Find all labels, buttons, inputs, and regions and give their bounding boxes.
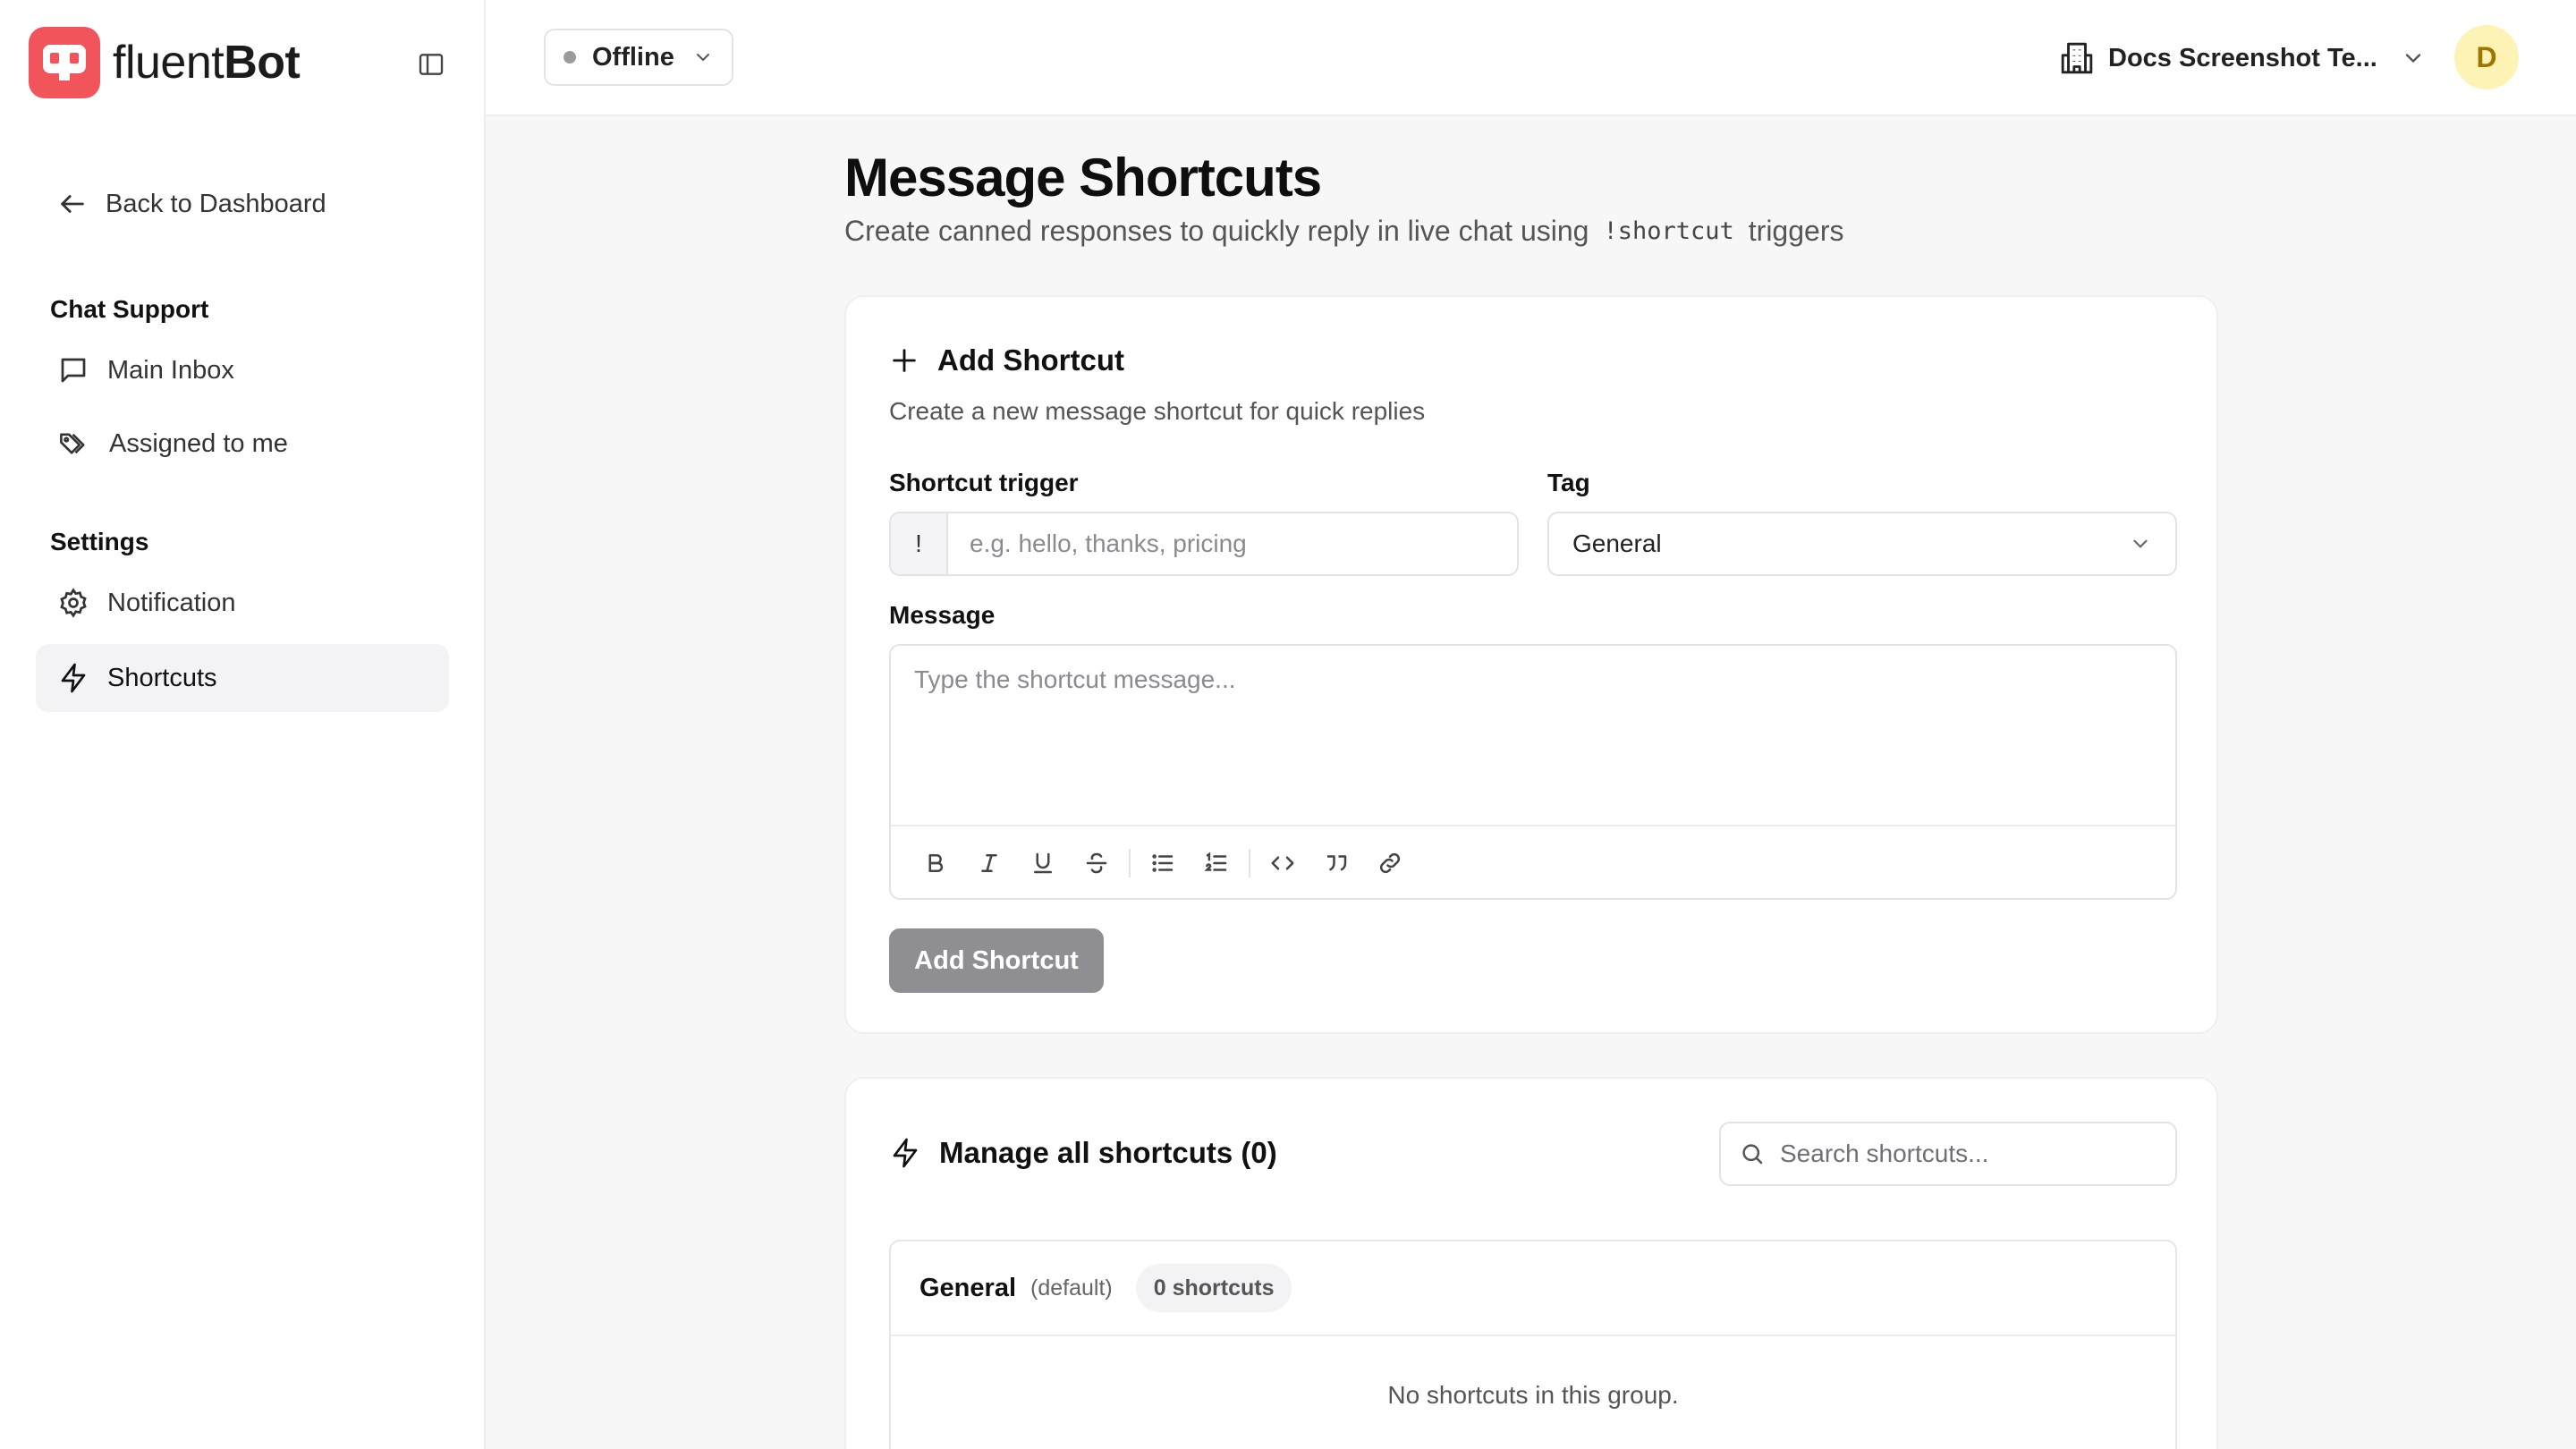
back-to-dashboard-label: Back to Dashboard xyxy=(106,189,326,218)
zap-icon xyxy=(893,1138,918,1168)
manage-shortcuts-heading: Manage all shortcuts (0) xyxy=(889,1136,1277,1170)
brand-name-part1: fluent xyxy=(113,37,225,89)
search-icon xyxy=(1742,1144,1763,1165)
brand-name-part2: Bot xyxy=(224,37,301,89)
arrow-left-icon xyxy=(61,195,84,213)
shortcut-trigger-field: ! xyxy=(889,512,1519,576)
message-textarea[interactable] xyxy=(891,646,2175,825)
sidebar-item-label: Shortcuts xyxy=(107,663,217,692)
trigger-prefix: ! xyxy=(891,513,948,574)
status-dot xyxy=(564,51,576,64)
back-to-dashboard-link[interactable]: Back to Dashboard xyxy=(57,184,326,224)
group-default-note: (default) xyxy=(1030,1275,1113,1301)
page-title: Message Shortcuts xyxy=(844,148,1322,208)
message-square-icon xyxy=(61,358,86,383)
chevron-down-icon xyxy=(696,54,709,62)
brand-name: fluentBot xyxy=(113,36,301,89)
subtitle-text-end: triggers xyxy=(1748,215,1844,247)
subtitle-code: !shortcut xyxy=(1603,217,1734,245)
tag-select[interactable]: General xyxy=(1547,512,2177,576)
status-value: Offline xyxy=(592,42,674,72)
chevron-down-icon xyxy=(2133,539,2148,548)
building-icon xyxy=(2061,42,2093,74)
subtitle-text: Create canned responses to quickly reply… xyxy=(844,215,1589,247)
message-label: Message xyxy=(889,601,996,629)
shortcut-trigger-label: Shortcut trigger xyxy=(889,469,1079,496)
sidebar-item-shortcuts[interactable]: Shortcuts xyxy=(36,644,449,712)
shortcut-group-general: General (default) 0 shortcuts No shortcu… xyxy=(889,1240,2177,1449)
add-shortcut-heading: Add Shortcut xyxy=(889,343,1124,377)
chevron-down-icon xyxy=(2405,54,2421,64)
gear-icon xyxy=(60,588,87,618)
toolbar-divider xyxy=(1249,849,1250,877)
section-chat-support: Chat Support xyxy=(50,295,209,323)
sidebar-item-label: Main Inbox xyxy=(107,355,234,385)
card-title: Manage all shortcuts (0) xyxy=(939,1136,1277,1169)
workspace-switcher[interactable]: Docs Screenshot Te... xyxy=(2060,36,2426,80)
bold-icon[interactable] xyxy=(916,843,955,883)
message-editor xyxy=(889,644,2177,900)
avatar[interactable]: D xyxy=(2454,25,2519,89)
search-shortcuts-input[interactable] xyxy=(1780,1140,2175,1168)
toolbar-divider xyxy=(1129,849,1131,877)
group-count-badge: 0 shortcuts xyxy=(1135,1264,1292,1312)
bullet-list-icon[interactable] xyxy=(1143,843,1182,883)
sidebar: fluentBot Back to Dashboard Chat Support… xyxy=(0,0,486,1449)
manage-shortcuts-card: Manage all shortcuts (0) General (defaul… xyxy=(844,1077,2218,1449)
add-shortcut-card: Add Shortcut Create a new message shortc… xyxy=(844,295,2218,1034)
group-name: General xyxy=(919,1273,1016,1302)
numbered-list-icon[interactable] xyxy=(1197,843,1236,883)
italic-icon[interactable] xyxy=(970,843,1009,883)
section-settings: Settings xyxy=(50,528,149,555)
code-icon[interactable] xyxy=(1263,843,1302,883)
search-shortcuts-field xyxy=(1719,1122,2177,1186)
sidebar-toggle-icon[interactable] xyxy=(417,50,445,79)
plus-icon xyxy=(893,349,916,372)
status-dropdown[interactable]: Offline xyxy=(544,29,733,86)
strikethrough-icon[interactable] xyxy=(1077,843,1116,883)
card-title: Add Shortcut xyxy=(937,343,1124,377)
shortcut-trigger-input[interactable] xyxy=(948,513,1517,574)
sidebar-item-notification[interactable]: Notification xyxy=(36,569,449,637)
card-description: Create a new message shortcut for quick … xyxy=(889,397,1426,425)
link-icon[interactable] xyxy=(1370,843,1410,883)
group-empty-text: No shortcuts in this group. xyxy=(1387,1381,1679,1409)
sidebar-item-label: Assigned to me xyxy=(109,428,288,458)
page-subtitle: Create canned responses to quickly reply… xyxy=(844,215,1843,248)
tag-label: Tag xyxy=(1547,469,1590,496)
tags-icon xyxy=(60,433,85,454)
add-shortcut-button[interactable]: Add Shortcut xyxy=(889,928,1104,993)
editor-toolbar xyxy=(891,825,2175,898)
group-header[interactable]: General (default) 0 shortcuts xyxy=(891,1241,2175,1336)
sidebar-item-assigned-to-me[interactable]: Assigned to me xyxy=(36,410,449,478)
fluentbot-logo-icon xyxy=(29,27,100,98)
sidebar-item-main-inbox[interactable]: Main Inbox xyxy=(36,336,449,404)
sidebar-item-label: Notification xyxy=(107,588,236,617)
quote-icon[interactable] xyxy=(1317,843,1356,883)
zap-icon xyxy=(61,663,86,693)
workspace-name: Docs Screenshot Te... xyxy=(2108,43,2377,72)
tag-value: General xyxy=(1572,530,1662,557)
top-bar: Offline Docs Screenshot Te... D xyxy=(486,0,2576,116)
brand[interactable]: fluentBot xyxy=(29,27,301,98)
underline-icon[interactable] xyxy=(1023,843,1063,883)
